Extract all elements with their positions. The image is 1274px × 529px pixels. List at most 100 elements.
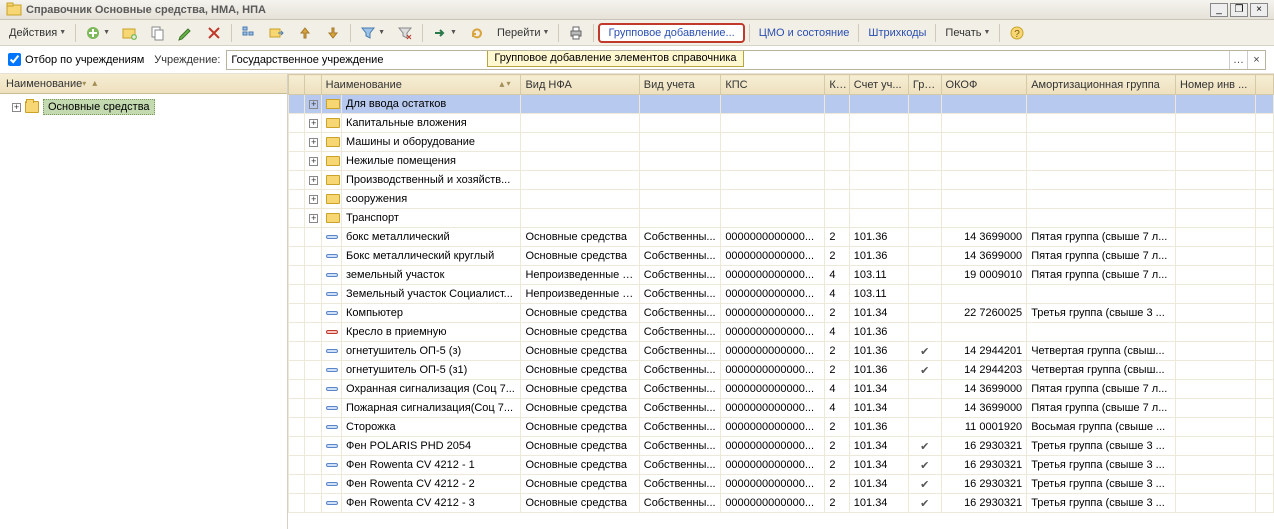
barcodes-button[interactable]: Штрихкоды xyxy=(863,23,931,43)
restore-button[interactable]: ❐ xyxy=(1230,3,1248,17)
refresh-icon[interactable] xyxy=(464,23,490,43)
tree-root-label: Основные средства xyxy=(43,99,155,115)
main-grid[interactable]: Наименование▾▴ Вид НФА Вид учета КПС К..… xyxy=(288,74,1274,513)
table-row[interactable]: Охранная сигнализация (Соц 7...Основные … xyxy=(289,380,1274,399)
table-row[interactable]: Фен Rowenta CV 4212 - 3Основные средства… xyxy=(289,494,1274,513)
tree-root-item[interactable]: + Основные средства xyxy=(2,98,285,116)
item-icon xyxy=(326,444,338,448)
cmo-button[interactable]: ЦМО и состояние xyxy=(754,23,855,43)
table-row[interactable]: Бокс металлический круглыйОсновные средс… xyxy=(289,247,1274,266)
table-row-folder[interactable]: +Производственный и хозяйств... xyxy=(289,171,1274,190)
col-tail[interactable] xyxy=(1255,75,1273,95)
tree-header[interactable]: Наименование ▾▴ xyxy=(0,74,287,94)
col-exp[interactable] xyxy=(305,75,321,95)
level-down-icon[interactable] xyxy=(320,23,346,43)
filter-by-inst-checkbox[interactable]: Отбор по учреждениям xyxy=(8,53,144,66)
check-icon: ✔ xyxy=(920,479,929,491)
col-amort[interactable]: Амортизационная группа xyxy=(1027,75,1176,95)
check-icon: ✔ xyxy=(920,365,929,377)
table-row-folder[interactable]: +Машины и оборудование xyxy=(289,133,1274,152)
item-icon xyxy=(326,463,338,467)
col-num[interactable]: Номер инв ... xyxy=(1176,75,1256,95)
move-to-group-icon[interactable] xyxy=(264,23,290,43)
add-folder-icon[interactable] xyxy=(117,23,143,43)
actions-label: Действия xyxy=(9,27,57,39)
minimize-button[interactable]: _ xyxy=(1210,3,1228,17)
table-row[interactable]: Пожарная сигнализация(Соц 7...Основные с… xyxy=(289,399,1274,418)
add-icon[interactable]: ▼ xyxy=(80,23,115,43)
filter-checkbox-input[interactable] xyxy=(8,53,21,66)
filter-icon[interactable]: ▼ xyxy=(355,23,390,43)
folder-icon xyxy=(326,137,340,147)
tree-panel: Наименование ▾▴ + Основные средства xyxy=(0,74,288,529)
group-add-button[interactable]: Групповое добавление... xyxy=(598,23,744,43)
expand-icon[interactable]: + xyxy=(12,103,21,112)
hierarchy-icon[interactable] xyxy=(236,23,262,43)
table-row[interactable]: Фен Rowenta CV 4212 - 2Основные средства… xyxy=(289,475,1274,494)
col-uchet[interactable]: Вид учета xyxy=(639,75,721,95)
combo-clear-icon[interactable]: × xyxy=(1247,51,1265,69)
combo-select-icon[interactable]: … xyxy=(1229,51,1247,69)
item-icon xyxy=(326,254,338,258)
expand-icon[interactable]: + xyxy=(309,138,318,147)
filterbar: Отбор по учреждениям Учреждение: Государ… xyxy=(0,46,1274,74)
col-k[interactable]: К... xyxy=(825,75,849,95)
table-row[interactable]: бокс металлическийОсновные средстваСобст… xyxy=(289,228,1274,247)
filter-clear-icon[interactable] xyxy=(392,23,418,43)
item-icon xyxy=(326,311,338,315)
expand-icon[interactable]: + xyxy=(309,157,318,166)
barcodes-label: Штрихкоды xyxy=(868,27,926,39)
table-row[interactable]: Фен POLARIS PHD 2054Основные средстваСоб… xyxy=(289,437,1274,456)
table-row[interactable]: Фен Rowenta CV 4212 - 1Основные средства… xyxy=(289,456,1274,475)
col-schet[interactable]: Счет уч... xyxy=(849,75,908,95)
copy-icon[interactable] xyxy=(145,23,171,43)
tree-header-label: Наименование xyxy=(6,78,82,90)
item-icon xyxy=(326,235,338,239)
edit-icon[interactable] xyxy=(173,23,199,43)
col-name[interactable]: Наименование▾▴ xyxy=(321,75,521,95)
item-icon xyxy=(326,387,338,391)
delete-icon[interactable] xyxy=(201,23,227,43)
table-row-folder[interactable]: +сооружения xyxy=(289,190,1274,209)
col-okof[interactable]: ОКОФ xyxy=(941,75,1027,95)
table-row-folder[interactable]: +Транспорт xyxy=(289,209,1274,228)
help-icon[interactable]: ? xyxy=(1004,23,1030,43)
table-row[interactable]: земельный участокНепроизведенные а...Соб… xyxy=(289,266,1274,285)
item-icon xyxy=(326,368,338,372)
expand-icon[interactable]: + xyxy=(309,176,318,185)
window-title: Справочник Основные средства, НМА, НПА xyxy=(26,4,1210,16)
expand-icon[interactable]: + xyxy=(309,100,318,109)
table-row-folder[interactable]: +Для ввода остатков xyxy=(289,95,1274,114)
table-row[interactable]: КомпьютерОсновные средстваСобственны...0… xyxy=(289,304,1274,323)
col-nfa[interactable]: Вид НФА xyxy=(521,75,639,95)
table-row[interactable]: Кресло в приемнуюОсновные средстваСобств… xyxy=(289,323,1274,342)
col-handle[interactable] xyxy=(289,75,305,95)
goto-icon[interactable]: ▼ xyxy=(427,23,462,43)
table-row[interactable]: огнетушитель ОП-5 (з1)Основные средстваС… xyxy=(289,361,1274,380)
table-row-folder[interactable]: +Капитальные вложения xyxy=(289,114,1274,133)
folder-icon xyxy=(326,118,340,128)
folder-icon xyxy=(25,101,39,113)
actions-menu[interactable]: Действия▼ xyxy=(4,23,71,43)
table-row-folder[interactable]: +Нежилые помещения xyxy=(289,152,1274,171)
col-grp[interactable]: Гру... xyxy=(908,75,941,95)
col-kps[interactable]: КПС xyxy=(721,75,825,95)
folder-icon xyxy=(326,175,340,185)
svg-text:?: ? xyxy=(1015,29,1021,40)
app-icon xyxy=(6,2,22,18)
print-menu[interactable]: Печать▼ xyxy=(940,23,995,43)
item-icon xyxy=(326,425,338,429)
go-menu[interactable]: Перейти▼ xyxy=(492,23,555,43)
level-up-icon[interactable] xyxy=(292,23,318,43)
expand-icon[interactable]: + xyxy=(309,214,318,223)
table-row[interactable]: СторожкаОсновные средстваСобственны...00… xyxy=(289,418,1274,437)
table-row[interactable]: огнетушитель ОП-5 (з)Основные средстваСо… xyxy=(289,342,1274,361)
close-button[interactable]: × xyxy=(1250,3,1268,17)
toolbar: Действия▼ ▼ ▼ ▼ Перейти▼ Групповое добав… xyxy=(0,20,1274,46)
table-row[interactable]: Земельный участок Социалист...Непроизвед… xyxy=(289,285,1274,304)
expand-icon[interactable]: + xyxy=(309,195,318,204)
print-icon[interactable] xyxy=(563,23,589,43)
item-icon xyxy=(326,273,338,277)
expand-icon[interactable]: + xyxy=(309,119,318,128)
institution-combo[interactable]: Государственное учреждение Групповое доб… xyxy=(226,50,1266,70)
